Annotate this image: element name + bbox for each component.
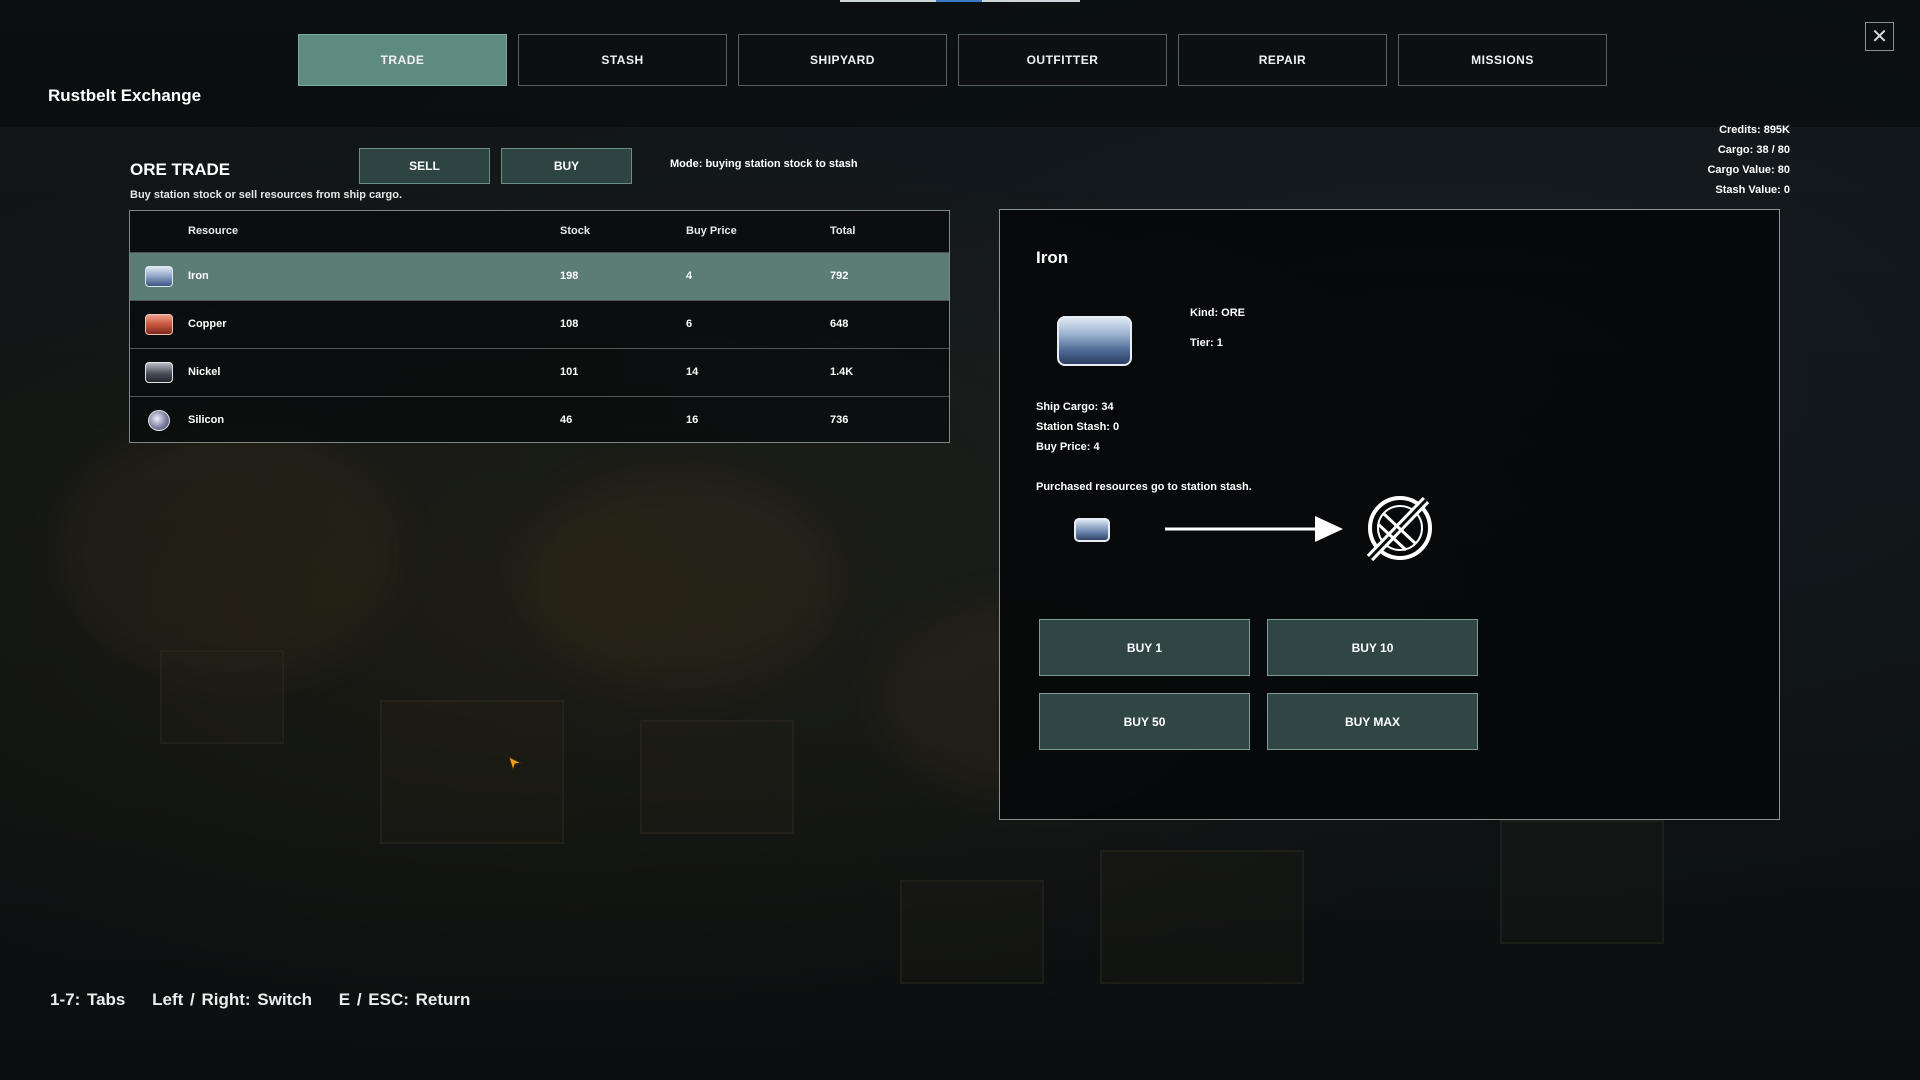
tab-bar: TRADE STASH SHIPYARD OUTFITTER REPAIR MI… bbox=[298, 34, 1607, 86]
table-row-silicon[interactable]: Silicon 46 16 736 bbox=[130, 396, 949, 444]
nickel-ore-icon bbox=[145, 362, 173, 383]
buy-max-button[interactable]: BUY MAX bbox=[1267, 693, 1478, 750]
station-stash-icon bbox=[1366, 496, 1432, 562]
hint-switch: Left / Right: Switch bbox=[152, 990, 313, 1009]
close-icon: ✕ bbox=[1871, 25, 1888, 48]
buy-1-button[interactable]: BUY 1 bbox=[1039, 619, 1250, 676]
top-indicator bbox=[840, 0, 1080, 2]
mode-status: Mode: buying station stock to stash bbox=[670, 158, 858, 170]
header-resource: Resource bbox=[188, 225, 239, 237]
hint-return: E / ESC: Return bbox=[338, 990, 471, 1009]
copper-ore-icon bbox=[145, 314, 173, 335]
sell-mode-button[interactable]: SELL bbox=[359, 148, 490, 184]
table-header: Resource Stock Buy Price Total bbox=[130, 211, 949, 252]
detail-tier: Tier: 1 bbox=[1190, 337, 1223, 349]
row-price: 16 bbox=[686, 414, 699, 426]
detail-resource-name: Iron bbox=[1036, 248, 1069, 267]
row-stock: 101 bbox=[560, 366, 579, 378]
credits-readout: Credits: 895K bbox=[1719, 124, 1790, 136]
row-stock: 198 bbox=[560, 270, 579, 282]
header-total: Total bbox=[830, 225, 856, 237]
mouse-cursor-icon bbox=[508, 756, 522, 772]
player-stats: Credits: 895K Cargo: 38 / 80 Cargo Value… bbox=[1707, 120, 1790, 200]
row-total: 1.4K bbox=[830, 366, 854, 378]
row-total: 792 bbox=[830, 270, 849, 282]
tab-shipyard[interactable]: SHIPYARD bbox=[738, 34, 947, 86]
resource-table: Resource Stock Buy Price Total Iron 198 … bbox=[129, 210, 950, 443]
header-buy-price: Buy Price bbox=[686, 225, 737, 237]
tab-missions[interactable]: MISSIONS bbox=[1398, 34, 1607, 86]
iron-ore-large-icon bbox=[1057, 316, 1132, 366]
row-stock: 46 bbox=[560, 414, 573, 426]
detail-buy-price: Buy Price: 4 bbox=[1036, 441, 1100, 453]
row-resource-name: Silicon bbox=[188, 414, 225, 426]
detail-note: Purchased resources go to station stash. bbox=[1036, 481, 1252, 493]
iron-ore-small-icon bbox=[1074, 518, 1110, 542]
cargo-readout: Cargo: 38 / 80 bbox=[1717, 144, 1790, 156]
resource-detail-panel: Iron Kind: ORE Tier: 1 Ship Cargo: 34 St… bbox=[999, 209, 1780, 820]
iron-ore-icon bbox=[145, 266, 173, 287]
table-row-iron[interactable]: Iron 198 4 792 bbox=[130, 252, 949, 300]
row-resource-name: Copper bbox=[188, 318, 227, 330]
header-stock: Stock bbox=[560, 225, 590, 237]
row-resource-name: Nickel bbox=[188, 366, 221, 378]
row-resource-name: Iron bbox=[188, 270, 209, 282]
close-button[interactable]: ✕ bbox=[1865, 22, 1894, 51]
control-hints: 1-7: Tabs Left / Right: Switch E / ESC: … bbox=[50, 990, 490, 1010]
transfer-arrow-icon bbox=[1165, 516, 1343, 542]
table-row-copper[interactable]: Copper 108 6 648 bbox=[130, 300, 949, 348]
row-price: 14 bbox=[686, 366, 699, 378]
buy-50-button[interactable]: BUY 50 bbox=[1039, 693, 1250, 750]
tab-trade[interactable]: TRADE bbox=[298, 34, 507, 86]
detail-ship-cargo: Ship Cargo: 34 bbox=[1036, 401, 1114, 413]
row-price: 4 bbox=[686, 270, 693, 282]
tab-repair[interactable]: REPAIR bbox=[1178, 34, 1387, 86]
cargo-value-readout: Cargo Value: 80 bbox=[1707, 164, 1790, 176]
ore-trade-subtitle: Buy station stock or sell resources from… bbox=[130, 189, 403, 201]
tab-stash[interactable]: STASH bbox=[518, 34, 727, 86]
row-total: 648 bbox=[830, 318, 849, 330]
silicon-ore-icon bbox=[148, 410, 170, 431]
detail-kind: Kind: ORE bbox=[1190, 307, 1245, 319]
buy-10-button[interactable]: BUY 10 bbox=[1267, 619, 1478, 676]
ore-trade-title: ORE TRADE bbox=[130, 160, 231, 179]
row-total: 736 bbox=[830, 414, 849, 426]
table-row-nickel[interactable]: Nickel 101 14 1.4K bbox=[130, 348, 949, 396]
tab-outfitter[interactable]: OUTFITTER bbox=[958, 34, 1167, 86]
stash-value-readout: Stash Value: 0 bbox=[1715, 184, 1790, 196]
station-title: Rustbelt Exchange bbox=[48, 86, 202, 105]
detail-station-stash: Station Stash: 0 bbox=[1036, 421, 1120, 433]
row-stock: 108 bbox=[560, 318, 579, 330]
buy-mode-button[interactable]: BUY bbox=[501, 148, 632, 184]
row-price: 6 bbox=[686, 318, 693, 330]
hint-tabs: 1-7: Tabs bbox=[50, 990, 126, 1009]
